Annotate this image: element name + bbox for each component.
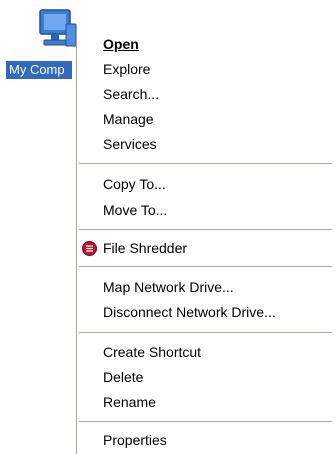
menu-item-move-to[interactable]: Move To... [77,198,334,222]
menu-item-open[interactable]: Open [77,32,334,56]
menu-item-manage-label: Manage [103,111,154,127]
menu-item-disconnect-network-drive-label: Disconnect Network Drive... [103,304,276,320]
menu-item-rename-label: Rename [103,394,156,410]
menu-item-rename[interactable]: Rename [77,390,334,414]
menu-item-map-network-drive-label: Map Network Drive... [103,279,234,295]
menu-item-manage[interactable]: Manage [77,107,334,131]
menu-item-explore[interactable]: Explore [77,57,334,81]
menu-item-services-label: Services [103,136,157,152]
menu-separator [79,163,332,164]
computer-monitor-icon [39,9,77,47]
menu-item-map-network-drive[interactable]: Map Network Drive... [77,275,334,299]
menu-separator [79,229,332,230]
menu-separator [79,266,332,267]
menu-item-disconnect-network-drive[interactable]: Disconnect Network Drive... [77,300,334,324]
menu-item-search[interactable]: Search... [77,82,334,106]
file-shredder-icon [82,241,97,256]
menu-item-delete[interactable]: Delete [77,365,334,389]
menu-item-create-shortcut-label: Create Shortcut [103,344,202,360]
menu-item-copy-to-label: Copy To... [103,176,166,192]
my-computer-desktop-icon[interactable]: My Comp [0,0,80,90]
menu-item-open-label: Open [103,36,139,52]
menu-item-create-shortcut[interactable]: Create Shortcut [77,340,334,364]
context-menu: Open Explore Search... Manage Services C… [76,32,334,454]
menu-separator [79,332,332,333]
menu-item-properties-label: Properties [103,432,167,448]
menu-item-move-to-label: Move To... [103,202,168,218]
menu-item-explore-label: Explore [103,61,151,77]
menu-item-properties[interactable]: Properties [77,428,334,452]
menu-separator [79,421,332,422]
menu-item-file-shredder[interactable]: File Shredder [77,236,334,260]
menu-item-file-shredder-label: File Shredder [103,240,188,256]
menu-item-copy-to[interactable]: Copy To... [77,172,334,196]
menu-item-search-label: Search... [103,86,160,102]
menu-item-delete-label: Delete [103,369,144,385]
menu-item-services[interactable]: Services [77,132,334,156]
desktop-icon-label: My Comp [6,61,72,79]
